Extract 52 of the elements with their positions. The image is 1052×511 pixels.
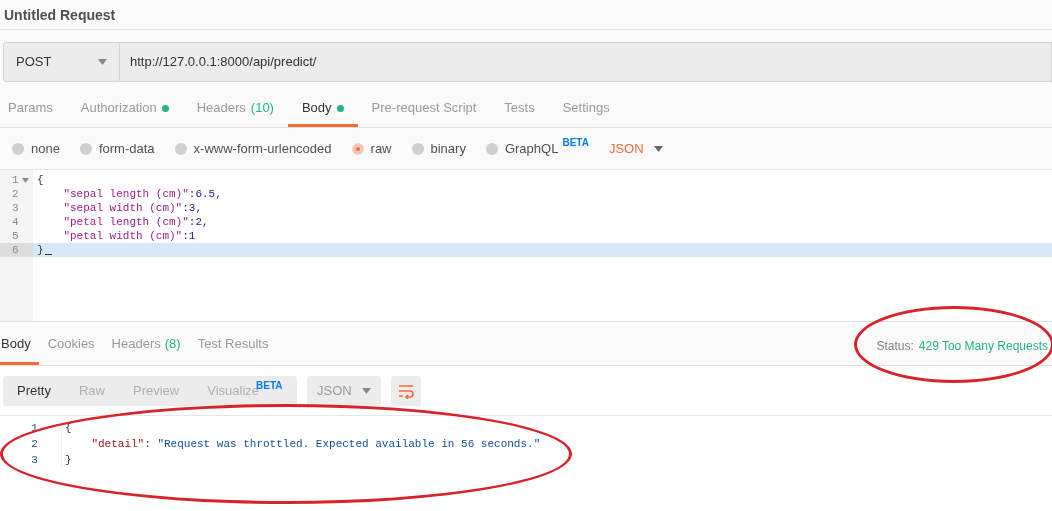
method-dropdown[interactable]: POST [3, 42, 120, 82]
caret-icon [653, 145, 663, 152]
line-number: 4 [12, 215, 19, 229]
line-number: 2 [12, 187, 19, 201]
response-tab[interactable]: Test Results [196, 326, 277, 365]
response-tab[interactable]: Headers (8) [110, 326, 189, 365]
view-mode-tab[interactable]: Pretty [3, 375, 65, 406]
format-dropdown[interactable]: JSON [307, 375, 381, 406]
code-line: "sepal length (cm)":6.5, [62, 187, 222, 201]
code-line: "petal width (cm)":1 [62, 229, 196, 243]
status-value: 429 Too Many Requests [918, 337, 1048, 355]
code-line: { [37, 173, 44, 187]
body-type-radio[interactable]: none [12, 138, 60, 159]
view-mode-tab[interactable]: Preview [119, 375, 194, 406]
code-line: "detail": "Request was throttled. Expected available in 56 seconds." [90, 437, 541, 452]
request-title: Untitled Request [0, 0, 1052, 30]
view-mode-tab[interactable]: Raw [64, 375, 119, 406]
line-number: 3 [31, 453, 38, 468]
status-label: Status: [876, 337, 914, 355]
wrap-lines-button[interactable] [391, 375, 421, 406]
body-type-radio[interactable]: binary [411, 138, 466, 159]
caret-icon [98, 59, 107, 65]
request-tab[interactable]: Settings [548, 92, 624, 127]
request-tab[interactable]: Params [0, 92, 67, 127]
caret-icon [362, 387, 371, 394]
text-cursor [44, 254, 52, 255]
line-number: 2 [31, 437, 38, 452]
format-dropdown[interactable]: JSON [608, 138, 663, 159]
request-tab[interactable]: Headers (10) [182, 92, 288, 127]
code-line: "sepal width (cm)":3, [62, 201, 203, 215]
line-number: 6 [12, 243, 19, 257]
count-label: (8) [164, 335, 181, 354]
response-tab[interactable]: Body [0, 326, 39, 365]
count-label: (10) [250, 99, 274, 118]
body-type-radio[interactable]: form-data [79, 138, 155, 159]
request-tab[interactable]: Authorization [66, 92, 183, 127]
code-line: } [37, 243, 44, 257]
view-mode-tab[interactable]: Visualize$^{BETA}$ [193, 375, 297, 406]
request-tab[interactable]: Pre-request Script [357, 92, 491, 127]
wrap-icon [398, 382, 414, 399]
request-tab[interactable]: Tests [490, 92, 549, 127]
line-number: 5 [12, 229, 19, 243]
code-line: "petal length (cm)":2, [62, 215, 209, 229]
line-number: 3 [12, 201, 19, 215]
line-number: 1 [12, 173, 19, 187]
beta-label: BETA [562, 136, 589, 150]
response-tab[interactable]: Cookies [46, 326, 103, 365]
url-field[interactable]: http://127.0.0.1:8000/api/predict/ [120, 42, 1052, 82]
code-line: } [65, 453, 72, 468]
body-type-radio[interactable]: GraphQL BETA [485, 138, 589, 159]
body-type-radio[interactable]: raw [351, 138, 392, 159]
body-type-radio[interactable]: x-www-form-urlencoded [174, 138, 332, 159]
